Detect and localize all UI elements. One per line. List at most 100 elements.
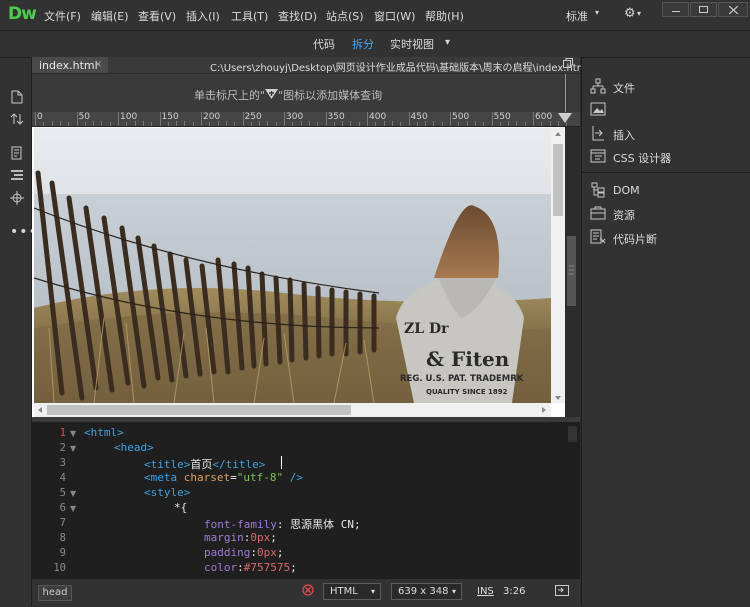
- code-line[interactable]: <meta charset="utf-8" />: [144, 471, 303, 484]
- menu-file[interactable]: 文件(F): [44, 8, 81, 24]
- minimize-button[interactable]: [662, 2, 689, 17]
- panel-insert[interactable]: 插入: [613, 127, 635, 143]
- fold-toggle-icon[interactable]: ▼: [70, 444, 76, 453]
- ruler-minor-tick: [350, 121, 352, 126]
- menu-help[interactable]: 帮助(H): [425, 8, 464, 24]
- line-number: 10: [53, 562, 66, 574]
- css-designer-icon[interactable]: [590, 148, 606, 164]
- scroll-up-icon[interactable]: [555, 132, 561, 136]
- maximize-icon: [699, 6, 708, 13]
- scroll-down-icon[interactable]: [555, 396, 561, 400]
- code-view-button[interactable]: 代码: [313, 36, 335, 52]
- panel-assets[interactable]: 资源: [613, 207, 635, 223]
- line-number: 5: [59, 487, 66, 499]
- code-line[interactable]: <title>首页</title>: [144, 456, 265, 472]
- line-number: 1: [59, 427, 66, 439]
- ruler-minor-tick: [375, 122, 377, 126]
- target-icon[interactable]: [10, 191, 24, 205]
- ruler-minor-tick: [68, 122, 70, 126]
- resize-handle[interactable]: [565, 236, 578, 306]
- menu-insert[interactable]: 插入(I): [186, 8, 220, 24]
- chevron-down-icon[interactable]: ▾: [445, 37, 450, 48]
- maximize-button[interactable]: [690, 2, 717, 17]
- ruler-minor-tick: [250, 122, 252, 126]
- ruler-tick: [159, 112, 161, 126]
- document-tab-label[interactable]: index.html: [39, 59, 98, 72]
- ruler-minor-tick: [300, 121, 302, 126]
- code-line[interactable]: padding:0px;: [204, 546, 283, 559]
- ruler-minor-tick: [342, 121, 344, 126]
- ruler-minor-tick: [541, 122, 543, 126]
- panel-files[interactable]: 文件: [613, 80, 635, 96]
- line-number: 2: [59, 442, 66, 454]
- line-number: 8: [59, 532, 66, 544]
- close-icon[interactable]: ×: [94, 59, 102, 70]
- menu-edit[interactable]: 编辑(E): [91, 8, 129, 24]
- language-select[interactable]: HTML ▾: [323, 583, 381, 600]
- ruler-minor-tick: [209, 122, 211, 126]
- scrollbar-thumb[interactable]: [47, 405, 351, 415]
- ruler-minor-tick: [151, 122, 153, 126]
- dom-icon[interactable]: [590, 182, 606, 198]
- ruler-marker[interactable]: [558, 113, 572, 123]
- validate-icon[interactable]: [10, 146, 24, 160]
- scroll-right-icon[interactable]: [542, 407, 546, 413]
- ruler-minor-tick: [142, 121, 144, 126]
- fold-toggle-icon[interactable]: ▼: [70, 429, 76, 438]
- fold-toggle-icon[interactable]: ▼: [70, 504, 76, 513]
- menu-window[interactable]: 窗口(W): [374, 8, 415, 24]
- chevron-down-icon[interactable]: ▾: [595, 8, 599, 17]
- window-size-select[interactable]: 639 x 348 ▾: [391, 583, 462, 600]
- code-vertical-scrollbar[interactable]: [568, 426, 577, 442]
- ruler-minor-tick: [383, 121, 385, 126]
- close-button[interactable]: [718, 2, 748, 17]
- menu-view[interactable]: 查看(V): [138, 8, 176, 24]
- menu-site[interactable]: 站点(S): [326, 8, 364, 24]
- assets-icon[interactable]: [590, 205, 606, 221]
- image-icon[interactable]: [590, 101, 606, 117]
- new-file-icon[interactable]: [10, 90, 24, 104]
- menu-tools[interactable]: 工具(T): [231, 8, 268, 24]
- ruler-minor-tick: [400, 122, 402, 126]
- code-line[interactable]: <html>: [84, 426, 124, 439]
- panel-css-designer[interactable]: CSS 设计器: [613, 150, 671, 166]
- snippets-icon[interactable]: [590, 229, 606, 245]
- transfer-icon[interactable]: [10, 112, 24, 126]
- menu-find[interactable]: 查找(D): [278, 8, 317, 24]
- code-line[interactable]: color:#757575;: [204, 561, 297, 574]
- split-view-button[interactable]: 拆分: [352, 36, 374, 52]
- insert-icon[interactable]: [590, 125, 606, 141]
- scroll-left-icon[interactable]: [38, 407, 42, 413]
- workspace-switcher[interactable]: 标准: [566, 8, 588, 24]
- tag-selector[interactable]: head: [38, 585, 72, 601]
- code-line[interactable]: <head>: [114, 441, 154, 454]
- insert-mode-indicator[interactable]: INS: [477, 586, 494, 597]
- panel-dom[interactable]: DOM: [613, 184, 640, 197]
- preview-icon[interactable]: [555, 585, 569, 598]
- minimize-icon: [672, 11, 680, 12]
- chevron-down-icon[interactable]: ▾: [637, 9, 641, 18]
- ruler-minor-tick: [391, 121, 393, 126]
- files-icon[interactable]: [590, 78, 606, 94]
- fold-toggle-icon[interactable]: ▼: [70, 489, 76, 498]
- ruler-minor-tick: [317, 122, 319, 126]
- scrollbar-thumb[interactable]: [553, 144, 563, 216]
- format-code-icon[interactable]: [10, 168, 24, 182]
- ruler-minor-tick: [508, 121, 510, 126]
- ruler-minor-tick: [217, 121, 219, 126]
- right-panel-dock: [581, 58, 750, 606]
- code-line[interactable]: font-family: 思源黑体 CN;: [204, 516, 361, 532]
- code-line[interactable]: margin:0px;: [204, 531, 277, 544]
- code-line[interactable]: <style>: [144, 486, 190, 499]
- ruler-label: 50: [78, 112, 90, 122]
- hoodie-print: REG. U.S. PAT. TRADEMRK: [400, 374, 524, 384]
- live-view-button[interactable]: 实时视图: [390, 36, 434, 52]
- error-icon[interactable]: [302, 584, 314, 596]
- ruler-minor-tick: [292, 122, 294, 126]
- gear-icon[interactable]: ⚙: [624, 6, 636, 21]
- ruler-minor-tick: [549, 121, 551, 126]
- panel-snippets[interactable]: 代码片断: [613, 231, 657, 247]
- code-line[interactable]: *{: [174, 501, 187, 514]
- restore-icon[interactable]: [563, 58, 573, 68]
- ruler-guide-line: [565, 74, 566, 114]
